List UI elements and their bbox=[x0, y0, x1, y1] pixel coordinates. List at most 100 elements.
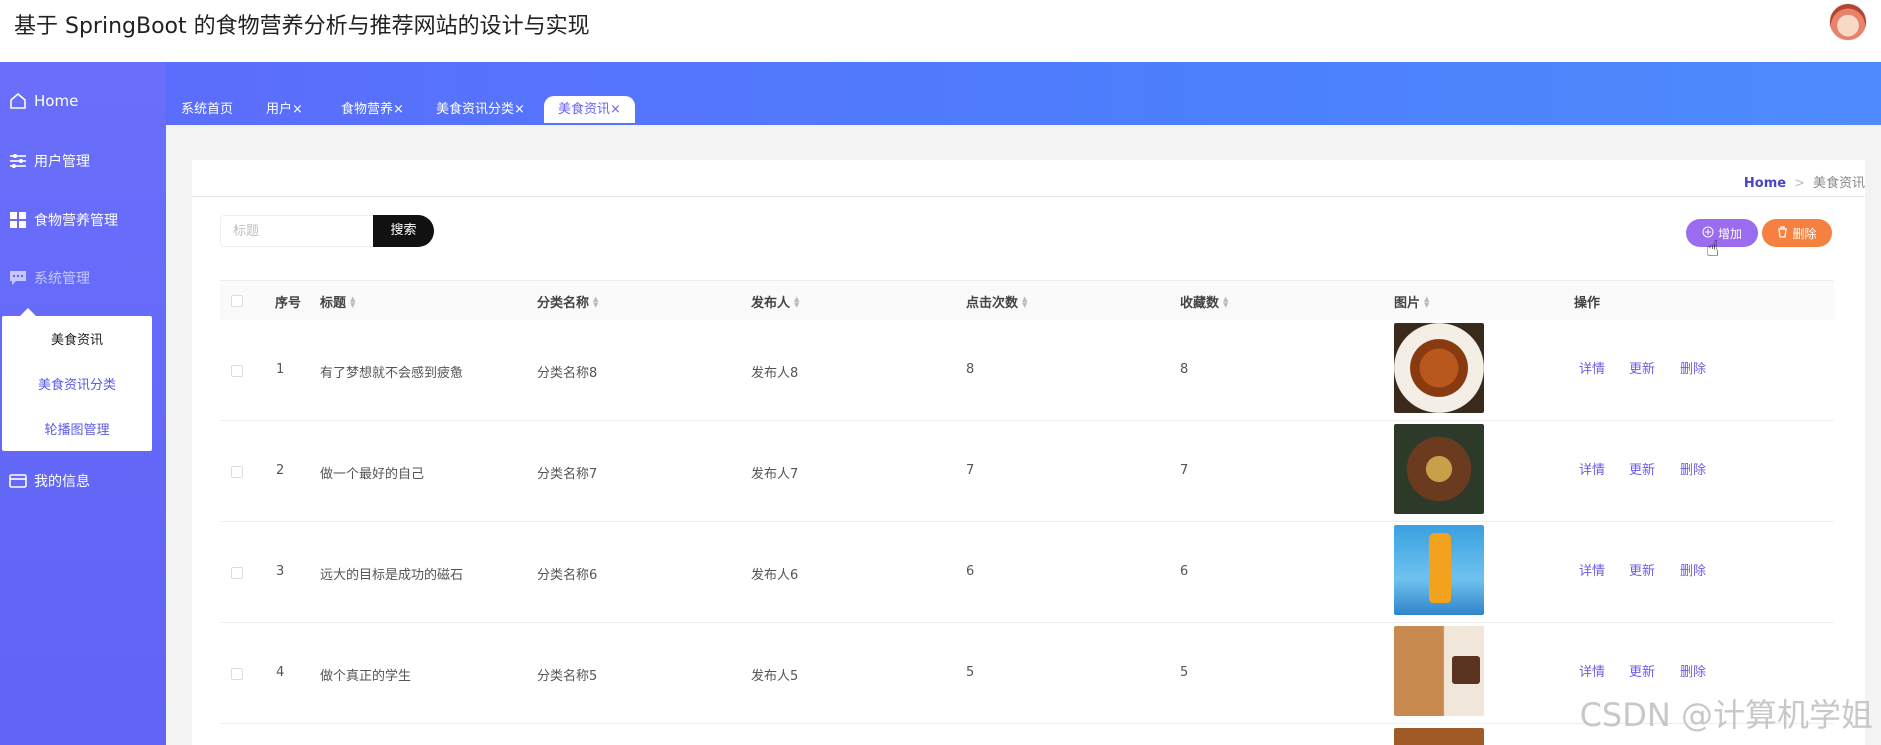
food-image[interactable] bbox=[1394, 525, 1484, 615]
cell-publisher: 发布人8 bbox=[751, 366, 799, 381]
table-row: 3 远大的目标是成功的磁石 分类名称6 发布人6 6 6 详情 更新 删除 bbox=[220, 522, 1834, 623]
col-label: 点击次数 bbox=[966, 296, 1019, 311]
watermark: CSDN @计算机学姐 bbox=[1579, 696, 1873, 734]
cake-shape bbox=[1452, 656, 1480, 684]
col-header-clicks[interactable]: 点击次数 ▲ ▼ bbox=[966, 292, 1030, 311]
delete-link[interactable]: 删除 bbox=[1680, 459, 1706, 478]
delete-link[interactable]: 删除 bbox=[1680, 560, 1706, 579]
cell-category: 分类名称6 bbox=[537, 568, 598, 583]
cell-publisher: 发布人7 bbox=[751, 467, 799, 482]
chat-icon bbox=[8, 268, 28, 288]
sidebar-item-system[interactable]: 系统管理 bbox=[8, 263, 90, 293]
col-label: 序号 bbox=[275, 296, 302, 311]
sidebar-item-food-nutrition[interactable]: 食物营养管理 bbox=[8, 205, 118, 235]
col-header-category[interactable]: 分类名称 ▲ ▼ bbox=[537, 292, 601, 311]
cell-publisher: 发布人6 bbox=[751, 568, 799, 583]
cell-favorites: 8 bbox=[1180, 362, 1189, 377]
grid-icon bbox=[8, 210, 28, 230]
tab-bar bbox=[166, 62, 1881, 125]
breadcrumb-home[interactable]: Home bbox=[1744, 176, 1786, 191]
row-checkbox[interactable] bbox=[231, 567, 243, 579]
tab-food-news[interactable]: 美食资讯× bbox=[544, 96, 635, 123]
cell-title: 有了梦想就不会感到疲惫 bbox=[320, 366, 464, 381]
system-submenu: 美食资讯 美食资讯分类 轮播图管理 bbox=[2, 308, 152, 451]
sort-icon[interactable]: ▲ ▼ bbox=[1022, 295, 1030, 308]
table-row: 1 有了梦想就不会感到疲惫 分类名称8 发布人8 8 8 详情 更新 删除 bbox=[220, 320, 1834, 421]
sidebar-item-users[interactable]: 用户管理 bbox=[8, 146, 90, 176]
detail-link[interactable]: 详情 bbox=[1579, 358, 1605, 377]
col-header-favorites[interactable]: 收藏数 ▲ ▼ bbox=[1180, 292, 1231, 311]
cell-category: 分类名称5 bbox=[537, 669, 598, 684]
col-label: 分类名称 bbox=[537, 296, 590, 311]
update-link[interactable]: 更新 bbox=[1629, 560, 1655, 579]
cell-category: 分类名称7 bbox=[537, 467, 598, 482]
sliders-icon bbox=[8, 151, 28, 171]
cell-title: 做个真正的学生 bbox=[320, 669, 412, 684]
sort-icon[interactable]: ▲ ▼ bbox=[1223, 295, 1231, 308]
food-image[interactable] bbox=[1394, 424, 1484, 514]
search-input[interactable] bbox=[220, 215, 374, 247]
food-image[interactable] bbox=[1394, 626, 1484, 716]
sort-icon[interactable]: ▲ ▼ bbox=[350, 295, 358, 308]
news-table: 序号 标题 ▲ ▼ 分类名称 ▲ ▼ 发布人 ▲ ▼ 点击次数 ▲ ▼ 收藏数 ▲ ▼ 图片 ▲ ▼ 操… bbox=[220, 280, 1834, 724]
col-header-no: 序号 bbox=[275, 292, 301, 311]
row-checkbox[interactable] bbox=[231, 365, 243, 377]
search-button[interactable]: 搜索 bbox=[373, 215, 434, 247]
sidebar-item-home[interactable]: Home bbox=[8, 86, 78, 116]
breadcrumb-separator: > bbox=[1794, 176, 1805, 191]
col-header-image[interactable]: 图片 ▲ ▼ bbox=[1394, 292, 1432, 311]
col-header-actions: 操作 bbox=[1574, 292, 1600, 311]
sort-icon[interactable]: ▲ ▼ bbox=[593, 295, 601, 308]
col-header-publisher[interactable]: 发布人 ▲ ▼ bbox=[751, 292, 802, 311]
submenu-item-food-news-category[interactable]: 美食资讯分类 bbox=[2, 374, 152, 393]
cell-clicks: 6 bbox=[966, 564, 975, 579]
cell-no: 2 bbox=[276, 463, 285, 478]
breadcrumb-current: 美食资讯 bbox=[1812, 176, 1865, 191]
cell-clicks: 7 bbox=[966, 463, 975, 478]
detail-link[interactable]: 详情 bbox=[1579, 560, 1605, 579]
tab-users[interactable]: 用户× bbox=[258, 96, 311, 123]
delete-link[interactable]: 删除 bbox=[1680, 661, 1706, 680]
col-label: 标题 bbox=[320, 296, 347, 311]
update-link[interactable]: 更新 bbox=[1629, 358, 1655, 377]
tab-food-news-category[interactable]: 美食资讯分类× bbox=[428, 96, 533, 123]
col-label: 图片 bbox=[1394, 296, 1421, 311]
sidebar-item-my-info[interactable]: 我的信息 bbox=[8, 466, 90, 496]
update-link[interactable]: 更新 bbox=[1629, 459, 1655, 478]
table-row: 2 做一个最好的自己 分类名称7 发布人7 7 7 详情 更新 删除 bbox=[220, 421, 1834, 522]
sort-icon[interactable]: ▲ ▼ bbox=[794, 295, 802, 308]
breadcrumb: Home > 美食资讯 bbox=[1744, 172, 1865, 191]
detail-link[interactable]: 详情 bbox=[1579, 661, 1605, 680]
col-label: 收藏数 bbox=[1180, 296, 1220, 311]
sidebar-item-label: 用户管理 bbox=[34, 154, 90, 170]
cell-clicks: 8 bbox=[966, 362, 975, 377]
row-checkbox[interactable] bbox=[231, 668, 243, 680]
detail-link[interactable]: 详情 bbox=[1579, 459, 1605, 478]
tab-system-home[interactable]: 系统首页 bbox=[173, 96, 241, 123]
cell-favorites: 6 bbox=[1180, 564, 1189, 579]
row-checkbox[interactable] bbox=[231, 466, 243, 478]
delete-link[interactable]: 删除 bbox=[1680, 358, 1706, 377]
update-link[interactable]: 更新 bbox=[1629, 661, 1655, 680]
avatar[interactable] bbox=[1829, 3, 1867, 41]
sidebar-item-label: 食物营养管理 bbox=[34, 213, 118, 229]
table-header: 序号 标题 ▲ ▼ 分类名称 ▲ ▼ 发布人 ▲ ▼ 点击次数 ▲ ▼ 收藏数 ▲ ▼ 图片 ▲ ▼ 操… bbox=[220, 280, 1834, 320]
bottle-shape bbox=[1429, 533, 1451, 603]
delete-button-label: 删除 bbox=[1792, 226, 1817, 241]
home-icon bbox=[8, 91, 28, 111]
cell-clicks: 5 bbox=[966, 665, 975, 680]
sidebar-item-label: 系统管理 bbox=[34, 271, 90, 287]
submenu-item-carousel[interactable]: 轮播图管理 bbox=[2, 419, 152, 438]
tab-food-nutrition[interactable]: 食物营养× bbox=[333, 96, 412, 123]
select-all-checkbox[interactable] bbox=[231, 295, 243, 307]
food-image[interactable] bbox=[1394, 323, 1484, 413]
submenu-item-food-news[interactable]: 美食资讯 bbox=[2, 329, 152, 348]
food-image-partial bbox=[1394, 728, 1484, 745]
cell-category: 分类名称8 bbox=[537, 366, 598, 381]
submenu-arrow bbox=[20, 308, 36, 316]
batch-delete-button[interactable]: 删除 bbox=[1762, 219, 1832, 247]
sidebar-item-label: 我的信息 bbox=[34, 474, 90, 490]
add-button[interactable]: 增加 bbox=[1686, 219, 1758, 247]
sort-icon[interactable]: ▲ ▼ bbox=[1424, 295, 1432, 308]
col-header-title[interactable]: 标题 ▲ ▼ bbox=[320, 292, 358, 311]
